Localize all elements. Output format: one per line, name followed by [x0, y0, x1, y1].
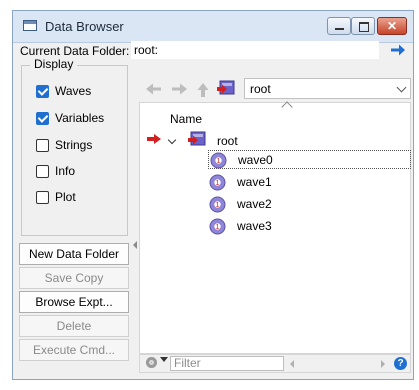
splitter-collapse-icon[interactable]	[133, 241, 137, 249]
svg-text:1: 1	[216, 224, 220, 231]
svg-text:1: 1	[216, 180, 220, 187]
maximize-button[interactable]	[351, 17, 375, 35]
variables-checkbox-label: Variables	[55, 111, 105, 125]
scroll-left-icon[interactable]	[290, 360, 294, 368]
filter-input[interactable]: Filter	[170, 356, 284, 371]
window-title: Data Browser	[45, 19, 124, 34]
forward-arrow-icon[interactable]	[170, 82, 188, 96]
go-arrow-icon[interactable]	[389, 42, 407, 58]
plot-checkbox-label: Plot	[55, 190, 76, 204]
delete-button[interactable]: Delete	[19, 315, 129, 337]
maximize-icon	[352, 18, 374, 34]
data-folder-icon[interactable]	[216, 79, 236, 97]
plot-checkbox-box[interactable]	[36, 191, 49, 204]
strings-checkbox-label: Strings	[55, 138, 93, 152]
close-icon: ✕	[386, 19, 398, 33]
root-folder-icon	[188, 131, 206, 146]
wave-icon: 1	[209, 174, 226, 191]
current-folder-arrow-icon	[147, 134, 161, 144]
filter-dropdown-icon[interactable]	[160, 357, 168, 362]
wave-row[interactable]: 1 wave0	[208, 150, 411, 169]
new-data-folder-button[interactable]: New Data Folder	[19, 243, 129, 265]
save-copy-button[interactable]: Save Copy	[19, 267, 129, 289]
minimize-icon	[328, 18, 350, 34]
data-folder-select[interactable]: root	[244, 78, 411, 99]
wave-icon: 1	[210, 152, 227, 169]
minimize-button[interactable]	[327, 17, 351, 35]
info-checkbox-box[interactable]	[36, 165, 49, 178]
help-icon[interactable]: ?	[394, 357, 407, 370]
close-button[interactable]: ✕	[377, 17, 407, 35]
svg-text:1: 1	[216, 202, 220, 209]
info-checkbox-label: Info	[55, 164, 76, 178]
wave-label: wave2	[237, 197, 272, 211]
wave-icon: 1	[209, 218, 226, 235]
wave-icon: 1	[209, 196, 226, 213]
browse-expt-button[interactable]: Browse Expt...	[19, 291, 129, 313]
variables-checkbox-box[interactable]	[36, 112, 49, 125]
up-arrow-icon[interactable]	[196, 82, 210, 98]
waves-checkbox-box[interactable]	[36, 85, 49, 98]
strings-checkbox-box[interactable]	[36, 139, 49, 152]
data-tree-panel[interactable]	[139, 102, 411, 354]
wave-label: wave3	[237, 219, 272, 233]
waves-checkbox-label: Waves	[55, 84, 92, 98]
wave-label: wave1	[237, 175, 272, 189]
scroll-right-icon[interactable]	[381, 360, 385, 368]
current-data-folder-label: Current Data Folder:	[20, 44, 130, 58]
name-column-header[interactable]: Name	[170, 112, 202, 126]
root-folder-label[interactable]: root	[217, 134, 238, 148]
data-folder-select-value: root	[250, 82, 271, 96]
wave-label: wave0	[238, 153, 273, 167]
filter-options-gear-icon[interactable]	[146, 357, 157, 368]
display-group-legend: Display	[30, 57, 78, 71]
chevron-down-icon	[396, 82, 407, 93]
window-icon	[23, 20, 37, 31]
title-bar[interactable]: Data Browser ✕	[13, 11, 413, 43]
execute-cmd-button[interactable]: Execute Cmd...	[19, 339, 129, 361]
current-data-folder-field[interactable]: root:	[131, 41, 379, 59]
back-arrow-icon[interactable]	[145, 82, 163, 96]
svg-text:1: 1	[217, 158, 221, 165]
